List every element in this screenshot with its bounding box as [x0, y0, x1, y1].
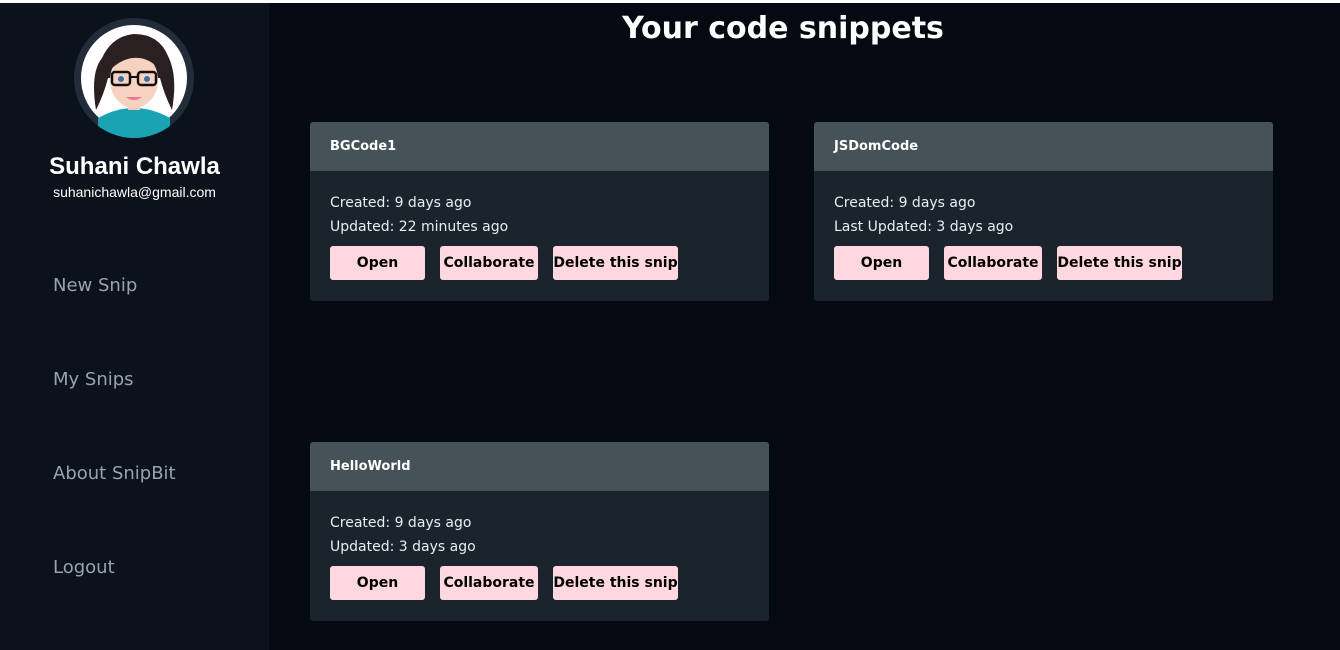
snippet-updated: Last Updated: 3 days ago — [834, 219, 1014, 235]
snippet-name: HelloWorld — [310, 442, 769, 491]
page-title: Your code snippets — [622, 11, 944, 46]
open-button[interactable]: Open — [330, 246, 425, 280]
delete-snip-button[interactable]: Delete this snip — [553, 566, 678, 600]
avatar — [74, 18, 194, 138]
snippet-updated: Updated: 3 days ago — [330, 539, 476, 555]
snippet-created: Created: 9 days ago — [330, 195, 472, 211]
sidebar-item-about[interactable]: About SnipBit — [53, 463, 176, 484]
open-button[interactable]: Open — [330, 566, 425, 600]
main-content: Your code snippets BGCode1 Created: 9 da… — [269, 3, 1340, 650]
sidebar-item-my-snips[interactable]: My Snips — [53, 369, 134, 390]
sidebar-item-new-snip[interactable]: New Snip — [53, 275, 137, 296]
snippet-name: BGCode1 — [310, 122, 769, 171]
collaborate-button[interactable]: Collaborate — [440, 246, 538, 280]
snippet-created: Created: 9 days ago — [834, 195, 976, 211]
collaborate-button[interactable]: Collaborate — [440, 566, 538, 600]
delete-snip-button[interactable]: Delete this snip — [553, 246, 678, 280]
snippet-updated: Updated: 22 minutes ago — [330, 219, 509, 235]
snippet-card: BGCode1 Created: 9 days ago Updated: 22 … — [310, 122, 769, 301]
snippet-created: Created: 9 days ago — [330, 515, 472, 531]
avatar-image — [74, 18, 194, 138]
sidebar-item-logout[interactable]: Logout — [53, 557, 115, 578]
user-email: suhanichawla@gmail.com — [53, 184, 216, 200]
delete-snip-button[interactable]: Delete this snip — [1057, 246, 1182, 280]
sidebar: Suhani Chawla suhanichawla@gmail.com New… — [0, 3, 269, 650]
user-name: Suhani Chawla — [49, 153, 220, 180]
snippet-card: JSDomCode Created: 9 days ago Last Updat… — [814, 122, 1273, 301]
snippet-name: JSDomCode — [814, 122, 1273, 171]
snippet-card: HelloWorld Created: 9 days ago Updated: … — [310, 442, 769, 621]
collaborate-button[interactable]: Collaborate — [944, 246, 1042, 280]
open-button[interactable]: Open — [834, 246, 929, 280]
